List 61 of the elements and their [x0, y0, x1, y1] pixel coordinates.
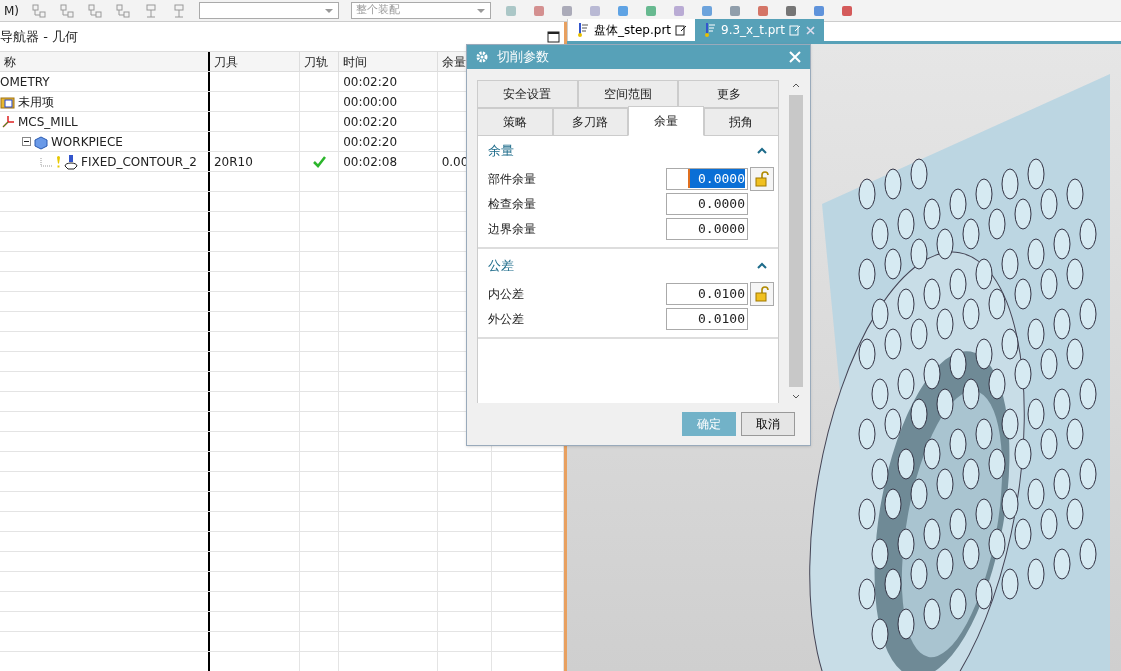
table-cell-text: 00:00:00: [343, 93, 398, 111]
table-cell-text: 00:02:08: [343, 153, 398, 171]
lock-button[interactable]: [750, 281, 774, 306]
tab[interactable]: 安全设置: [477, 80, 578, 108]
dropdown-arrow-icon: [324, 6, 335, 15]
file-tab[interactable]: 盘体_step.prt: [567, 19, 696, 41]
dialog-title: 切削参数: [497, 48, 550, 67]
tab[interactable]: 空间范围: [577, 80, 679, 108]
lock-button[interactable]: [750, 166, 774, 191]
close-icon[interactable]: [805, 24, 816, 36]
tab[interactable]: 余量: [628, 106, 704, 136]
field-label: 部件余量: [488, 170, 537, 188]
input-field[interactable]: 0.0100: [666, 282, 748, 305]
filter-dropdown[interactable]: [199, 2, 340, 19]
menu-label[interactable]: M): [4, 1, 20, 20]
field-label: 边界余量: [488, 220, 537, 238]
field-label: 外公差: [488, 310, 525, 328]
tab[interactable]: 拐角: [703, 108, 779, 136]
mill-tool-icon: [63, 153, 79, 170]
column-header[interactable]: 称: [0, 52, 210, 71]
table-cell-text: 20R10: [213, 153, 253, 171]
part-file-icon: [703, 22, 718, 38]
tree-item-label[interactable]: WORKPIECE: [51, 132, 123, 151]
part-file-icon: [576, 22, 590, 38]
edit-icon[interactable]: [675, 24, 688, 36]
section-title: 余量: [488, 142, 514, 161]
column-header[interactable]: 刀具: [209, 52, 301, 71]
warning-icon: [56, 155, 61, 168]
collapse-toggle-icon[interactable]: [22, 135, 31, 148]
field-label: 内公差: [488, 285, 525, 303]
tab[interactable]: 更多: [678, 80, 779, 108]
tree-line-icon: [40, 155, 54, 168]
panel-title: 导航器 - 几何: [0, 27, 78, 46]
section-title: 公差: [488, 257, 514, 276]
tree-tool-icon[interactable]: [59, 2, 76, 19]
input-field[interactable]: 0.0000: [666, 217, 748, 240]
tree-item-label[interactable]: OMETRY: [0, 72, 50, 91]
column-header[interactable]: 刀轨: [300, 52, 340, 71]
maximize-icon[interactable]: [547, 29, 560, 44]
unlocked-padlock-icon: [754, 170, 770, 187]
cancel-button[interactable]: 取消: [741, 412, 795, 436]
column-header[interactable]: 时间: [339, 52, 438, 71]
input-field[interactable]: 0.0100: [666, 307, 748, 330]
field-label: 检查余量: [488, 195, 537, 213]
unlocked-padlock-icon: [754, 285, 770, 302]
tree-item-label[interactable]: FIXED_CONTOUR_2: [81, 152, 197, 171]
tree-tool-icon[interactable]: [87, 2, 104, 19]
tab[interactable]: 策略: [477, 108, 553, 136]
dropdown-arrow-icon: [476, 6, 487, 15]
input-field[interactable]: 0.0000: [666, 192, 748, 215]
tree-item-label[interactable]: MCS_MILL: [18, 112, 78, 131]
settings-icon: [475, 50, 489, 64]
tree-tool-icon[interactable]: [31, 2, 48, 19]
table-cell-text: 00:02:20: [343, 133, 398, 151]
coordinate-axes-icon: [0, 113, 16, 130]
tree-item-label[interactable]: 未用项: [18, 92, 54, 111]
table-cell-text: 00:02:20: [343, 113, 398, 131]
input-field[interactable]: 0.0000: [666, 167, 748, 190]
table-cell-text: 00:02:20: [343, 73, 398, 91]
tree-tool-icon[interactable]: [115, 2, 132, 19]
tab[interactable]: 多刀路: [552, 108, 628, 136]
